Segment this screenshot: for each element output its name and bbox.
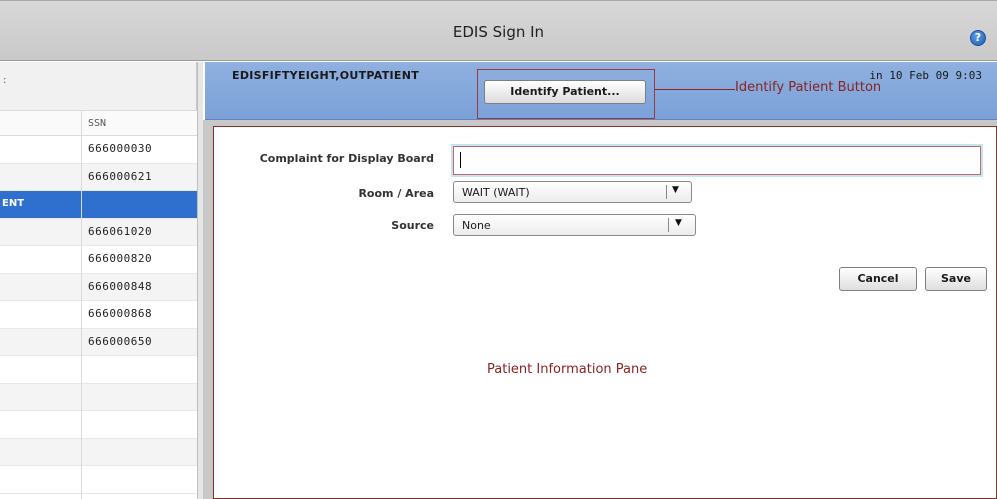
list-header: SSN bbox=[0, 110, 197, 136]
table-row[interactable]: 666000030 bbox=[0, 136, 197, 164]
chevron-down-icon[interactable]: ▼ bbox=[675, 218, 682, 228]
list-toolbar-fragment: : bbox=[3, 75, 7, 86]
column-divider bbox=[81, 110, 82, 499]
list-toolbar: : bbox=[0, 62, 197, 110]
select-divider bbox=[668, 218, 669, 232]
callout-line bbox=[655, 89, 735, 90]
patient-name: EDISFIFTYEIGHT,OUTPATIENT bbox=[232, 69, 420, 82]
table-row[interactable]: 666000848 bbox=[0, 273, 197, 301]
source-label: Source bbox=[391, 219, 434, 232]
row-name: ENT bbox=[2, 198, 25, 209]
text-caret bbox=[460, 152, 461, 168]
table-row[interactable]: 666061020 bbox=[0, 218, 197, 246]
complaint-input[interactable] bbox=[453, 146, 981, 175]
source-value: None bbox=[462, 219, 491, 232]
identify-button-callout: Identify Patient Button bbox=[735, 80, 882, 95]
row-ssn: 666061020 bbox=[88, 224, 153, 238]
row-ssn: 666000650 bbox=[88, 334, 153, 348]
room-area-value: WAIT (WAIT) bbox=[462, 186, 530, 199]
title-bar: EDIS Sign In ? bbox=[0, 0, 997, 61]
table-row[interactable] bbox=[0, 356, 197, 384]
table-row[interactable]: ENT bbox=[0, 191, 197, 219]
select-divider bbox=[666, 185, 667, 199]
table-row[interactable] bbox=[0, 466, 197, 494]
identify-patient-button[interactable]: Identify Patient... bbox=[484, 80, 646, 104]
column-header-ssn[interactable]: SSN bbox=[88, 118, 106, 129]
row-ssn: 666000820 bbox=[88, 252, 153, 265]
row-ssn: 666000848 bbox=[88, 279, 153, 293]
complaint-label: Complaint for Display Board bbox=[259, 152, 434, 165]
table-row[interactable]: 666000820 bbox=[0, 246, 197, 274]
table-row[interactable] bbox=[0, 438, 197, 466]
source-select[interactable]: None ▼ bbox=[453, 214, 696, 236]
chevron-down-icon[interactable]: ▼ bbox=[672, 185, 679, 195]
help-icon[interactable]: ? bbox=[970, 30, 986, 46]
row-ssn: 666000621 bbox=[88, 169, 153, 183]
window-title: EDIS Sign In bbox=[452, 23, 545, 41]
patient-list: : SSN 666000030 666000621 ENT 666061020 6660… bbox=[0, 62, 203, 499]
room-area-label: Room / Area bbox=[358, 187, 434, 200]
table-row[interactable] bbox=[0, 383, 197, 411]
table-row[interactable] bbox=[0, 411, 197, 439]
sign-in-date: in 10 Feb 09 9:03 bbox=[869, 69, 982, 82]
row-ssn: 666000868 bbox=[88, 307, 153, 320]
patient-information-pane-caption: Patient Information Pane bbox=[487, 362, 648, 377]
room-area-select[interactable]: WAIT (WAIT) ▼ bbox=[453, 181, 692, 203]
save-button[interactable]: Save bbox=[925, 267, 987, 291]
table-row[interactable]: 666000621 bbox=[0, 163, 197, 191]
table-row[interactable]: 666000650 bbox=[0, 328, 197, 356]
row-ssn: 666000030 bbox=[88, 142, 153, 155]
list-rows: 666000030 666000621 ENT 666061020 666000820 6… bbox=[0, 136, 197, 494]
cancel-button[interactable]: Cancel bbox=[839, 267, 917, 291]
table-row[interactable]: 666000868 bbox=[0, 301, 197, 329]
